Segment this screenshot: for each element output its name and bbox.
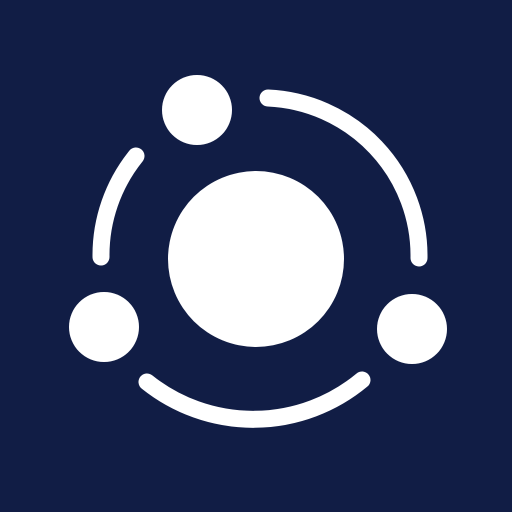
app-icon-tile	[0, 0, 512, 512]
top-node	[162, 75, 232, 145]
right-node	[377, 294, 447, 364]
center-node	[168, 171, 344, 347]
left-node	[69, 292, 139, 362]
orbit-network-icon	[0, 0, 512, 512]
